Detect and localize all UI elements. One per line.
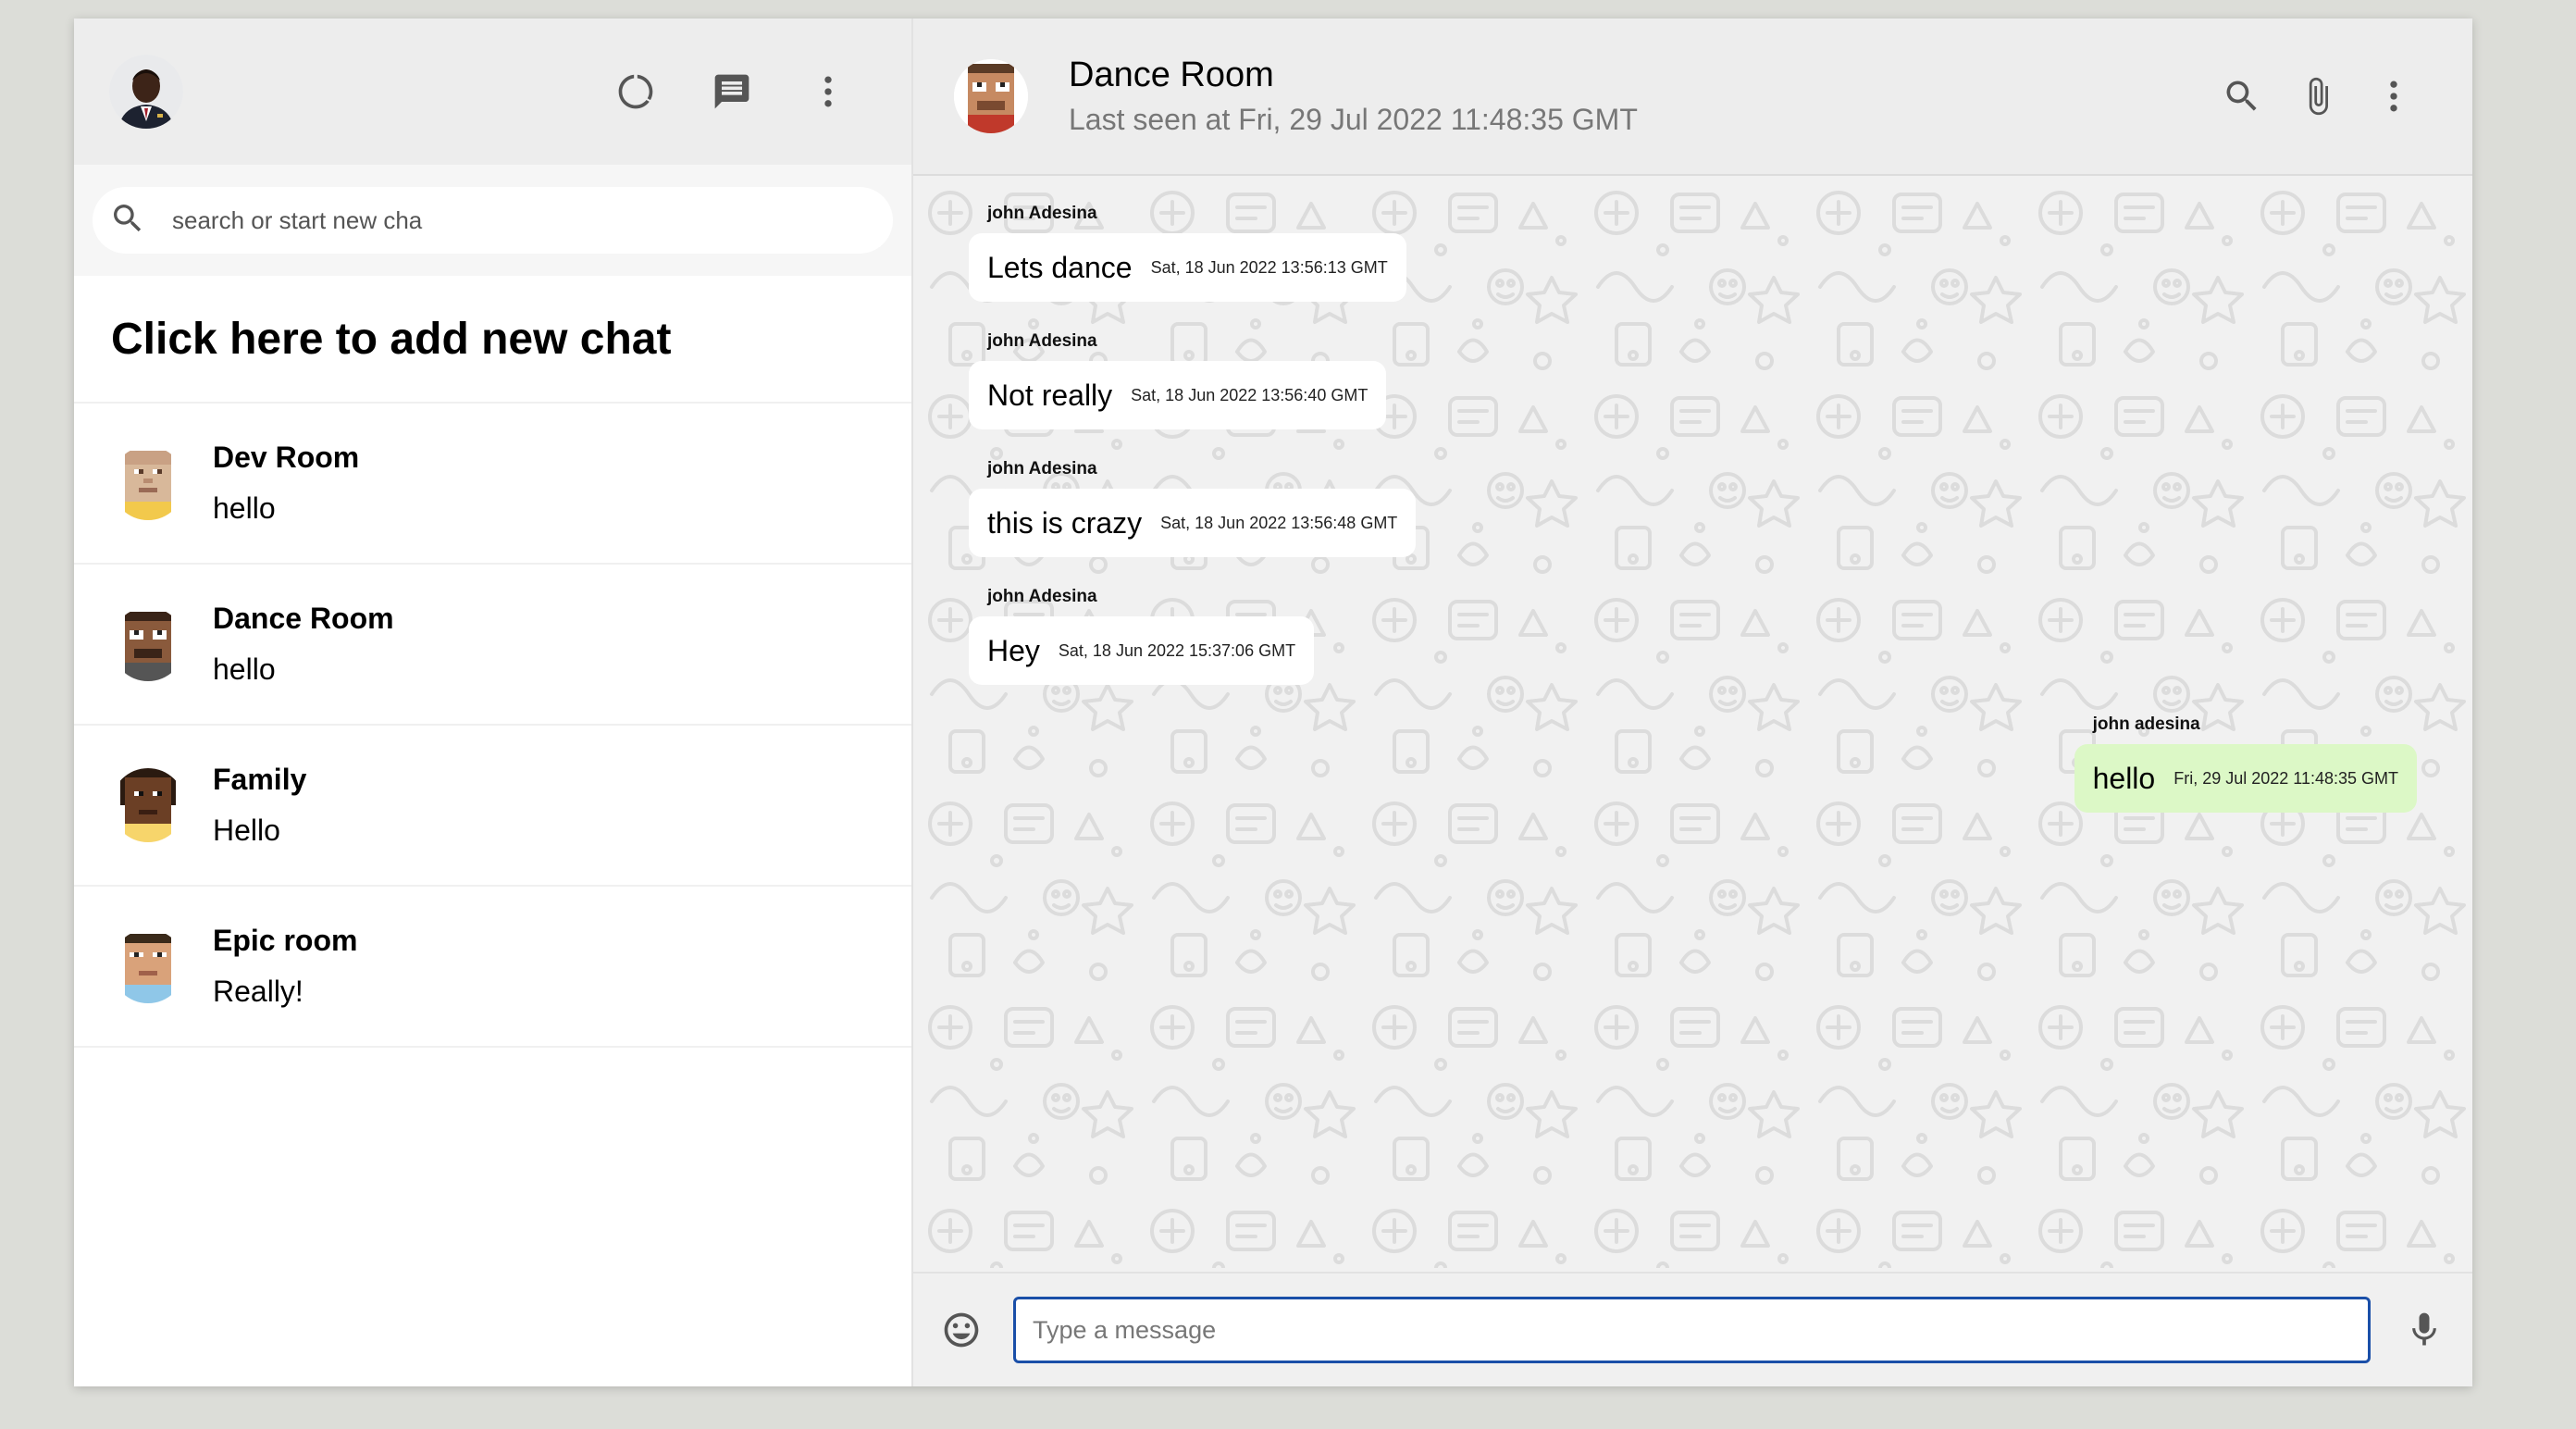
chat-pane: Dance Room Last seen at Fri, 29 Jul 2022… xyxy=(913,19,2472,1386)
message-timestamp: Sat, 18 Jun 2022 13:56:13 GMT xyxy=(1150,257,1388,277)
message: john Adesina Not really Sat, 18 Jun 2022… xyxy=(969,331,1387,429)
message-timestamp: Sat, 18 Jun 2022 15:37:06 GMT xyxy=(1058,640,1296,660)
message-list: john Adesina Lets dance Sat, 18 Jun 2022… xyxy=(913,176,2472,1272)
chat-list-item-dev-room[interactable]: Dev Room hello xyxy=(74,404,911,565)
menu-icon[interactable] xyxy=(2356,58,2432,134)
message-input[interactable] xyxy=(1013,1297,2371,1363)
message-sender: john Adesina xyxy=(987,204,1097,223)
whatsapp-clone-app: Click here to add new chat Dev Room hell… xyxy=(74,19,2472,1386)
chat-last-message: Hello xyxy=(213,814,280,847)
message-text: this is crazy xyxy=(987,505,1143,540)
chat-last-message: Really! xyxy=(213,975,303,1008)
search-icon[interactable] xyxy=(2204,58,2280,134)
message-sender: john Adesina xyxy=(987,587,1097,606)
message-timestamp: Sat, 18 Jun 2022 13:56:48 GMT xyxy=(1160,513,1398,532)
chat-avatar xyxy=(111,768,185,842)
add-new-chat-label: Click here to add new chat xyxy=(111,314,672,364)
message-bubble[interactable]: Lets dance Sat, 18 Jun 2022 13:56:13 GMT xyxy=(969,233,1406,302)
message-timestamp: Fri, 29 Jul 2022 11:48:35 GMT xyxy=(2174,768,2398,788)
menu-icon[interactable] xyxy=(780,43,876,140)
message-text: Hey xyxy=(987,633,1040,667)
message-sender: john adesina xyxy=(2092,714,2200,734)
message: john Adesina Lets dance Sat, 18 Jun 2022… xyxy=(969,204,1406,302)
chat-name: Dance Room xyxy=(213,602,394,635)
attach-icon[interactable] xyxy=(2280,58,2356,134)
message: john Adesina this is crazy Sat, 18 Jun 2… xyxy=(969,459,1417,557)
message-bubble[interactable]: Hey Sat, 18 Jun 2022 15:37:06 GMT xyxy=(969,616,1315,685)
chat-avatar xyxy=(111,446,185,520)
chat-list-item-family[interactable]: Family Hello xyxy=(74,726,911,887)
chat-avatar xyxy=(111,607,185,681)
chat-footer xyxy=(913,1272,2472,1386)
search-bar xyxy=(74,165,911,276)
chat-name: Dev Room xyxy=(213,441,360,474)
sidebar-header-icons xyxy=(588,43,876,140)
message-bubble[interactable]: this is crazy Sat, 18 Jun 2022 13:56:48 … xyxy=(969,489,1417,557)
search-box[interactable] xyxy=(93,187,893,254)
search-icon xyxy=(109,200,146,242)
message-text: Lets dance xyxy=(987,250,1133,284)
chat-name: Epic room xyxy=(213,924,358,957)
emoji-icon[interactable] xyxy=(934,1302,989,1358)
chat-header-icons xyxy=(2204,58,2432,134)
chat-header-avatar[interactable] xyxy=(954,59,1028,133)
chat-avatar xyxy=(111,929,185,1003)
chat-last-message: hello xyxy=(213,652,276,686)
message-text: hello xyxy=(2092,761,2156,795)
status-icon[interactable] xyxy=(588,43,684,140)
chat-messages-area[interactable]: john Adesina Lets dance Sat, 18 Jun 2022… xyxy=(913,176,2472,1272)
last-seen-status: Last seen at Fri, 29 Jul 2022 11:48:35 G… xyxy=(1069,103,1638,136)
chat-list-item-dance-room[interactable]: Dance Room hello xyxy=(74,565,911,726)
user-avatar[interactable] xyxy=(109,55,183,129)
message-sender: john Adesina xyxy=(987,331,1097,351)
sidebar: Click here to add new chat Dev Room hell… xyxy=(74,19,913,1386)
new-chat-icon[interactable] xyxy=(684,43,780,140)
message-text: Not really xyxy=(987,378,1113,412)
chat-name: Family xyxy=(213,763,307,796)
add-new-chat-button[interactable]: Click here to add new chat xyxy=(74,276,911,404)
mic-icon[interactable] xyxy=(2396,1302,2452,1358)
chat-list-item-epic-room[interactable]: Epic room Really! xyxy=(74,887,911,1048)
message-bubble[interactable]: hello Fri, 29 Jul 2022 11:48:35 GMT xyxy=(2074,744,2417,813)
message-sender: john Adesina xyxy=(987,459,1097,478)
chat-title: Dance Room xyxy=(1069,56,1274,94)
message-timestamp: Sat, 18 Jun 2022 13:56:40 GMT xyxy=(1131,385,1368,404)
message-own: john adesina hello Fri, 29 Jul 2022 11:4… xyxy=(2074,714,2417,813)
chat-last-message: hello xyxy=(213,491,276,525)
search-input[interactable] xyxy=(172,205,876,235)
sidebar-header xyxy=(74,19,911,165)
message-bubble[interactable]: Not really Sat, 18 Jun 2022 13:56:40 GMT xyxy=(969,361,1387,429)
message: john Adesina Hey Sat, 18 Jun 2022 15:37:… xyxy=(969,587,1315,685)
chat-header: Dance Room Last seen at Fri, 29 Jul 2022… xyxy=(913,19,2472,176)
